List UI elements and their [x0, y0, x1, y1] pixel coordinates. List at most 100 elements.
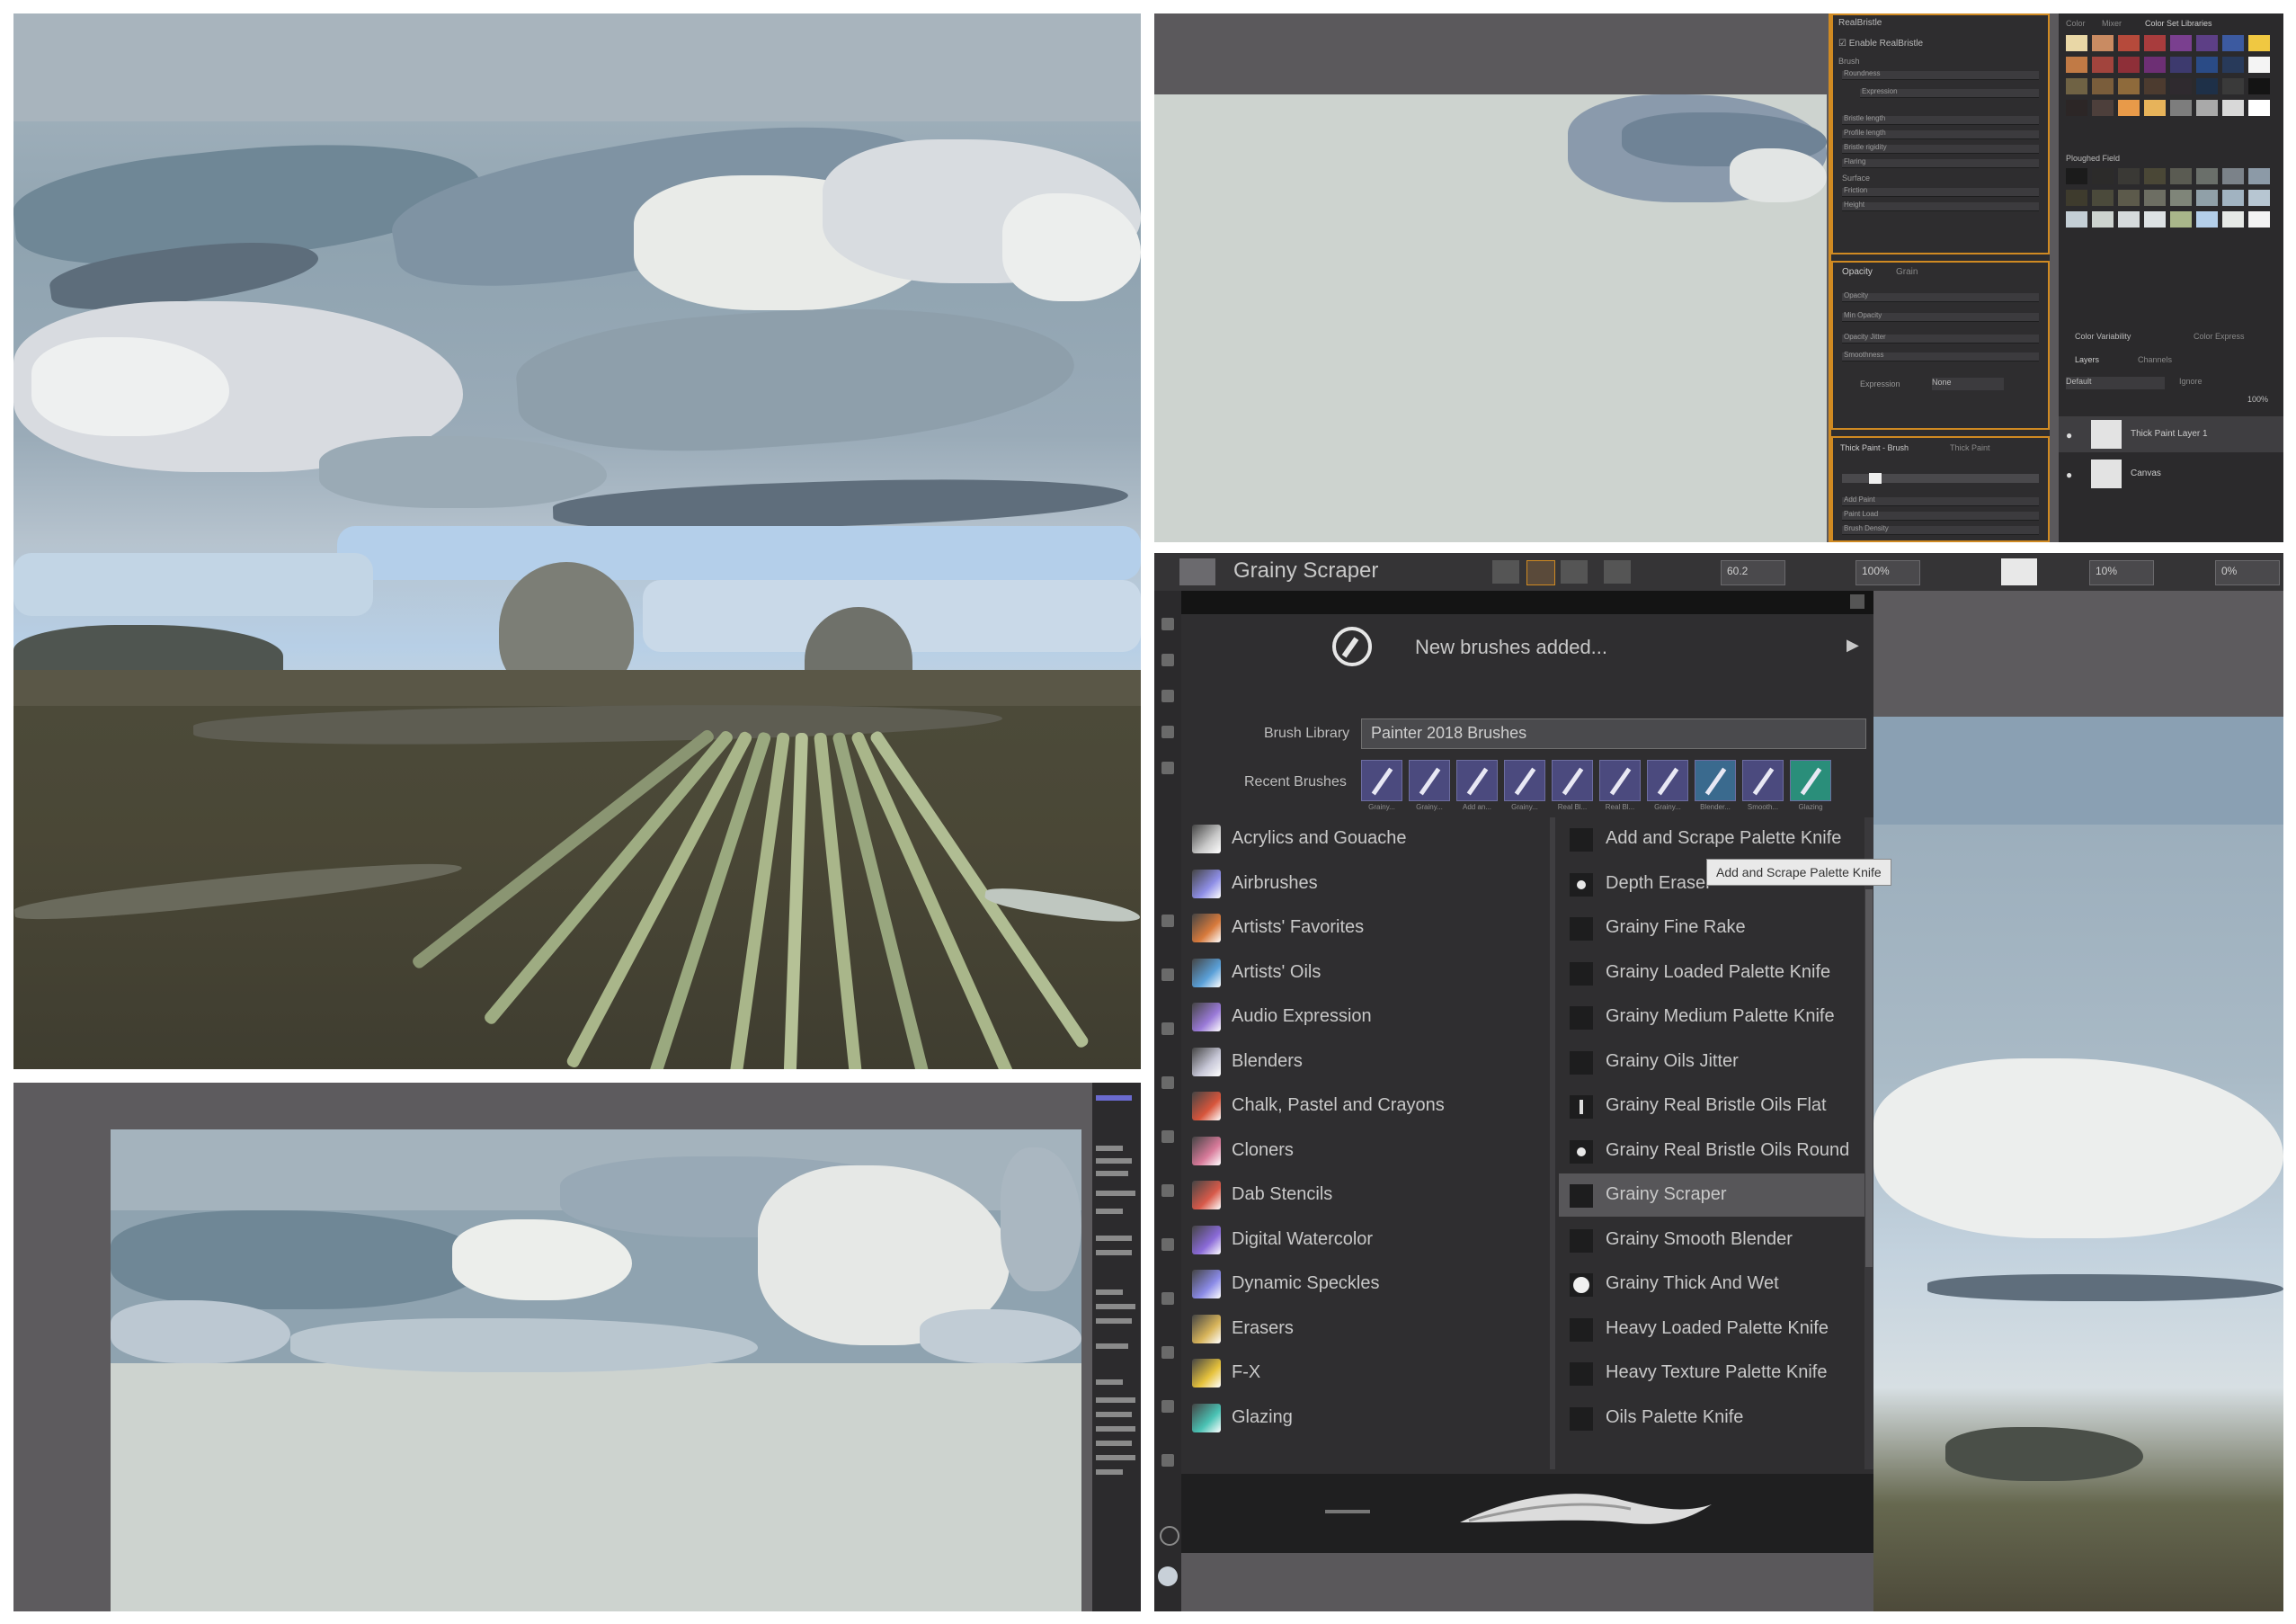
layer-row[interactable]: ● Thick Paint Layer 1 — [2059, 416, 2283, 452]
opacity-field[interactable]: 100% — [1855, 560, 1920, 585]
tool-icon[interactable] — [1161, 690, 1174, 702]
recent-brush-button[interactable] — [1599, 760, 1641, 801]
height-slider[interactable]: Height — [1842, 201, 2039, 211]
panel-row-icon[interactable] — [1096, 1209, 1123, 1214]
tool-icon[interactable] — [1161, 1022, 1174, 1035]
brush-variant-item[interactable]: Grainy Thick And Wet — [1559, 1263, 1866, 1306]
brush-variant-item[interactable]: Grainy Smooth Blender — [1559, 1218, 1866, 1262]
tab-grain[interactable]: Grain — [1896, 267, 1918, 277]
color-swatch[interactable] — [2196, 35, 2218, 51]
color-swatch[interactable] — [2144, 57, 2166, 73]
color-swatch[interactable] — [2170, 78, 2192, 94]
roundness-slider[interactable]: Roundness — [1842, 69, 2039, 80]
color-swatch[interactable] — [2144, 78, 2166, 94]
panel-row-icon[interactable] — [1096, 1158, 1132, 1164]
brush-category-item[interactable]: Dynamic Speckles — [1181, 1263, 1536, 1306]
panel-row-icon[interactable] — [1096, 1412, 1132, 1417]
flaring-slider[interactable]: Flaring — [1842, 157, 2039, 168]
color-swatch[interactable] — [2222, 100, 2244, 116]
color-swatch[interactable] — [2144, 168, 2166, 184]
eye-icon[interactable]: ● — [2066, 429, 2072, 442]
panel-row-icon[interactable] — [1096, 1343, 1128, 1349]
brush-category-item[interactable]: Artists' Oils — [1181, 951, 1536, 995]
color-swatch[interactable] — [2092, 168, 2114, 184]
color-picker-icon[interactable] — [1158, 1566, 1178, 1586]
brush-category-item[interactable]: Audio Expression — [1181, 995, 1536, 1039]
thick-paint-slider[interactable] — [1842, 473, 2039, 484]
brush-variant-item[interactable]: Oils Palette Knife — [1559, 1396, 1866, 1440]
brush-category-icon[interactable] — [1179, 558, 1215, 585]
color-swatch[interactable] — [2248, 211, 2270, 228]
canvas[interactable] — [111, 1129, 1081, 1611]
tool-icon[interactable] — [1161, 654, 1174, 666]
panel-row-icon[interactable] — [1096, 1469, 1123, 1475]
color-swatch[interactable] — [2118, 190, 2140, 206]
color-swatch[interactable] — [2144, 211, 2166, 228]
tool-icon[interactable] — [1161, 1346, 1174, 1359]
tool-icon[interactable] — [1161, 915, 1174, 927]
recent-brush-button[interactable] — [1552, 760, 1593, 801]
recent-brush-button[interactable] — [1647, 760, 1688, 801]
expression-select[interactable]: Expression — [1860, 87, 2039, 98]
color-swatch[interactable] — [2196, 78, 2218, 94]
color-swatch[interactable] — [2196, 190, 2218, 206]
brush-variant-item[interactable]: Grainy Loaded Palette Knife — [1559, 951, 1866, 995]
panel-row-icon[interactable] — [1096, 1146, 1123, 1151]
color-swatch[interactable] — [2248, 168, 2270, 184]
color-swatch[interactable] — [2170, 57, 2192, 73]
brush-category-item[interactable]: F-X — [1181, 1352, 1536, 1395]
color-swatch[interactable] — [2066, 168, 2087, 184]
tab-thick-paint[interactable]: Thick Paint — [1950, 443, 1990, 452]
color-swatch[interactable] — [2092, 57, 2114, 73]
tab-color[interactable]: Color — [2066, 19, 2086, 28]
layer-row[interactable]: ● Canvas — [2059, 456, 2283, 492]
selector-menu-icon[interactable] — [1850, 594, 1864, 609]
brush-category-item[interactable]: Digital Watercolor — [1181, 1218, 1536, 1262]
brush-variant-item[interactable]: Heavy Loaded Palette Knife — [1559, 1307, 1866, 1351]
panel-row-icon[interactable] — [1096, 1455, 1135, 1460]
recent-brush-button[interactable] — [1790, 760, 1831, 801]
color-swatch[interactable] — [2144, 190, 2166, 206]
color-swatch[interactable] — [2170, 168, 2192, 184]
canvas[interactable] — [1154, 94, 1827, 542]
brush-list-scrollbar[interactable] — [1864, 817, 1873, 1469]
channels-tab[interactable]: Channels — [2138, 355, 2172, 364]
tab-color-set-libraries[interactable]: Color Set Libraries — [2145, 19, 2212, 28]
color-swatch[interactable] — [2222, 57, 2244, 73]
color-swatch[interactable] — [2118, 57, 2140, 73]
recent-brush-button[interactable] — [1456, 760, 1498, 801]
bristle-rigidity-slider[interactable]: Bristle rigidity — [1842, 143, 2039, 154]
brush-variant-item[interactable]: Add and Scrape Palette Knife — [1559, 817, 1866, 861]
tool-icon[interactable] — [1161, 1076, 1174, 1089]
tab-thick-paint-brush[interactable]: Thick Paint - Brush — [1840, 443, 1909, 452]
tab-mixer[interactable]: Mixer — [2102, 19, 2122, 28]
color-swatch[interactable] — [2196, 211, 2218, 228]
composite-method-select[interactable]: Default — [2066, 377, 2165, 389]
tool-icon[interactable] — [1161, 726, 1174, 738]
color-swatch[interactable] — [2118, 168, 2140, 184]
panel-row-icon[interactable] — [1096, 1397, 1135, 1403]
brush-category-item[interactable]: Artists' Favorites — [1181, 906, 1536, 950]
color-swatch[interactable] — [2170, 190, 2192, 206]
tool-icon[interactable] — [1161, 968, 1174, 981]
brush-category-item[interactable]: Glazing — [1181, 1396, 1536, 1440]
tool-icon[interactable] — [1160, 1526, 1179, 1546]
brush-variant-item[interactable]: Grainy Scraper — [1559, 1173, 1866, 1217]
brush-variant-item[interactable]: Grainy Fine Rake — [1559, 906, 1866, 950]
add-paint-checkbox[interactable]: Add Paint — [1842, 495, 2039, 506]
panel-row-icon[interactable] — [1096, 1236, 1132, 1241]
panel-row-icon[interactable] — [1096, 1289, 1123, 1295]
tool-icon[interactable] — [1161, 1292, 1174, 1305]
layers-tab[interactable]: Layers — [2075, 355, 2099, 364]
color-swatch[interactable] — [2066, 211, 2087, 228]
color-swatch[interactable] — [2066, 190, 2087, 206]
play-arrow-icon[interactable]: ▶ — [1847, 636, 1859, 655]
tool-icon[interactable] — [1161, 1130, 1174, 1143]
color-swatch[interactable] — [2196, 57, 2218, 73]
recent-brush-button[interactable] — [1695, 760, 1736, 801]
brush-variant-item[interactable]: Grainy Medium Palette Knife — [1559, 995, 1866, 1039]
brush-category-item[interactable]: Cloners — [1181, 1129, 1536, 1173]
tool-icon[interactable] — [1604, 560, 1631, 584]
panel-row-icon[interactable] — [1096, 1426, 1135, 1432]
opacity-slider[interactable]: Opacity — [1842, 291, 2039, 302]
